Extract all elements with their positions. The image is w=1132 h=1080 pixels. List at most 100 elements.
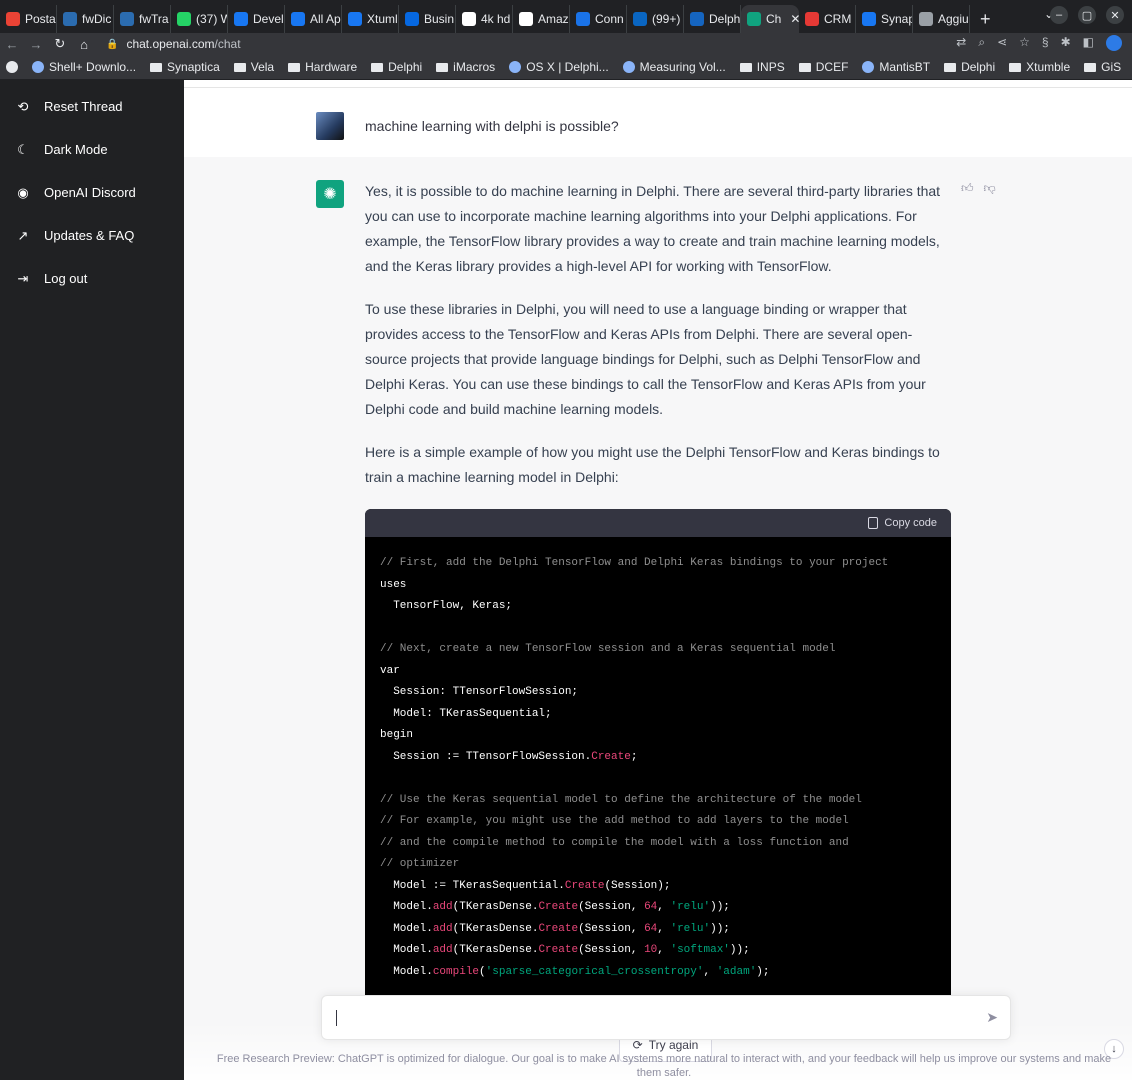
bookmark-label: iMacros <box>453 60 496 74</box>
refresh-icon: ⟲ <box>17 98 29 114</box>
browser-tab[interactable]: Devel <box>228 5 285 33</box>
close-window-icon[interactable]: ✕ <box>1106 6 1124 24</box>
user-message-text: machine learning with delphi is possible… <box>365 118 619 134</box>
thumbs-down-icon[interactable]: 👎︎ <box>984 181 996 196</box>
tab-label: CRM <box>824 12 852 26</box>
tab-favicon-icon <box>519 12 533 26</box>
browser-tab[interactable]: Xtuml <box>342 5 399 33</box>
browser-tab[interactable]: Amaz <box>513 5 570 33</box>
tab-favicon-icon <box>291 12 305 26</box>
bookmark-item[interactable]: GiS <box>1084 60 1121 74</box>
new-tab-icon[interactable]: + <box>970 5 1001 33</box>
folder-icon <box>1009 62 1022 72</box>
browser-tab[interactable]: fwDic <box>57 5 114 33</box>
bookmark-label: Xtumble <box>1026 60 1071 74</box>
browser-tab[interactable]: Busin <box>399 5 456 33</box>
code-line: uses <box>380 578 407 591</box>
folder-icon <box>798 62 811 72</box>
sidebar-item-dark-mode[interactable]: ☾ Dark Mode <box>0 128 184 171</box>
code-line: Model := TKerasSequential.Create(Session… <box>380 879 671 892</box>
browser-tab[interactable]: Conn <box>570 5 627 33</box>
home-icon[interactable]: ⌂ <box>72 37 96 52</box>
back-arrow-icon[interactable]: ← <box>0 37 24 52</box>
bookmark-item[interactable]: Vela <box>233 60 274 74</box>
message-input[interactable]: ➤ <box>321 995 1011 1040</box>
browser-tab[interactable]: Delph <box>684 5 741 33</box>
code-line: // Next, create a new TensorFlow session… <box>380 643 836 655</box>
site-favicon-icon <box>862 61 875 73</box>
thumbs-up-icon[interactable]: 👍︎ <box>961 181 974 196</box>
reload-icon[interactable]: ↻ <box>48 36 72 52</box>
bookmark-item[interactable]: iMacros <box>436 60 495 74</box>
external-link-icon: ↗ <box>17 227 29 243</box>
sidebar-item-openai-discord[interactable]: ◉ OpenAI Discord <box>0 171 184 214</box>
send-icon[interactable]: ➤ <box>986 1009 998 1026</box>
bookmark-item[interactable]: Synaptica <box>150 60 220 74</box>
code-line: Model.add(TKerasDense.Create(Session, 64… <box>380 922 730 935</box>
bookmark-item[interactable]: Xtumble <box>1009 60 1070 74</box>
code-content: // First, add the Delphi TensorFlow and … <box>365 537 951 999</box>
try-again-label: Try again <box>648 1038 699 1052</box>
maximize-icon[interactable]: ▢ <box>1078 6 1096 24</box>
assistant-message-row: ✺ Yes, it is possible to do machine lear… <box>184 157 1132 1080</box>
browser-tab[interactable]: Posta <box>0 5 57 33</box>
sidebar-item-log-out[interactable]: ⇥ Log out <box>0 257 184 300</box>
bookmarks-apps-icon[interactable] <box>6 61 18 73</box>
browser-tab[interactable]: (99+) <box>627 5 684 33</box>
code-line: // First, add the Delphi TensorFlow and … <box>380 557 889 569</box>
folder-icon <box>739 62 752 72</box>
browser-tab[interactable]: Aggiu <box>913 5 970 33</box>
extension-icon[interactable]: § <box>1042 35 1049 51</box>
bookmark-item[interactable]: MantisBT <box>862 60 930 74</box>
url-host: chat.openai.com <box>126 37 215 51</box>
close-tab-icon[interactable]: ✕ <box>790 12 799 26</box>
bookmark-item[interactable]: INPS <box>739 60 785 74</box>
sidepanel-icon[interactable]: ◧ <box>1083 35 1094 51</box>
browser-tab[interactable]: fwTra <box>114 5 171 33</box>
bookmark-label: Delphi <box>388 60 423 74</box>
share-icon[interactable]: ⋖ <box>997 35 1007 51</box>
bookmark-item[interactable]: Hardware <box>288 60 357 74</box>
bookmark-item[interactable]: Delphi <box>944 60 995 74</box>
puzzle-icon[interactable]: ✱ <box>1061 35 1071 51</box>
text-caret <box>336 1009 337 1026</box>
retry-icon: ⟳ <box>632 1038 643 1052</box>
feedback-buttons: 👍︎ 👎︎ <box>961 181 996 196</box>
bookmark-item[interactable]: DCEF <box>798 60 848 74</box>
zoom-icon[interactable]: ⌕ <box>978 35 985 51</box>
profile-avatar[interactable] <box>1106 35 1122 51</box>
browser-tab[interactable]: CRM <box>799 5 856 33</box>
bookmark-item[interactable]: OS X | Delphi... <box>509 60 609 74</box>
sidebar-item-reset-thread[interactable]: ⟲ Reset Thread <box>0 85 184 128</box>
forward-arrow-icon[interactable]: → <box>24 37 48 52</box>
tab-label: Aggiu <box>938 12 969 26</box>
url-field[interactable]: 🔒 chat.openai.com/chat <box>106 37 241 51</box>
sidebar-item-label: Dark Mode <box>44 142 108 157</box>
tab-label: fwTra <box>139 12 169 26</box>
bookmark-item[interactable]: Measuring Vol... <box>622 60 726 74</box>
folder-icon <box>944 62 957 72</box>
sidebar: ⟲ Reset Thread ☾ Dark Mode ◉ OpenAI Disc… <box>0 80 184 1080</box>
translate-icon[interactable]: ⇄ <box>956 35 966 51</box>
bookmark-item[interactable]: Delphi <box>371 60 422 74</box>
site-favicon-icon <box>509 61 522 73</box>
folder-icon <box>233 62 246 72</box>
browser-tab[interactable]: All Ap <box>285 5 342 33</box>
copy-code-button[interactable]: Copy code <box>884 517 937 529</box>
tab-favicon-icon <box>747 12 761 26</box>
browser-tab[interactable]: Synap <box>856 5 913 33</box>
tab-favicon-icon <box>690 12 704 26</box>
browser-tab[interactable]: (37) W <box>171 5 228 33</box>
tab-favicon-icon <box>919 12 933 26</box>
sidebar-item-updates-faq[interactable]: ↗ Updates & FAQ <box>0 214 184 257</box>
minimize-icon[interactable]: – <box>1050 6 1068 24</box>
bookmark-star-icon[interactable]: ☆ <box>1019 35 1030 51</box>
browser-tab[interactable]: 4k hd <box>456 5 513 33</box>
browser-tab[interactable]: Ch ✕ <box>741 5 799 33</box>
code-line: // For example, you might use the add me… <box>380 815 849 827</box>
code-line: Model.compile('sparse_categorical_crosse… <box>380 965 770 978</box>
folder-icon <box>436 62 449 72</box>
bookmark-item[interactable]: Shell+ Downlo... <box>32 60 136 74</box>
footer-disclaimer: Free Research Preview: ChatGPT is optimi… <box>216 1053 1112 1079</box>
